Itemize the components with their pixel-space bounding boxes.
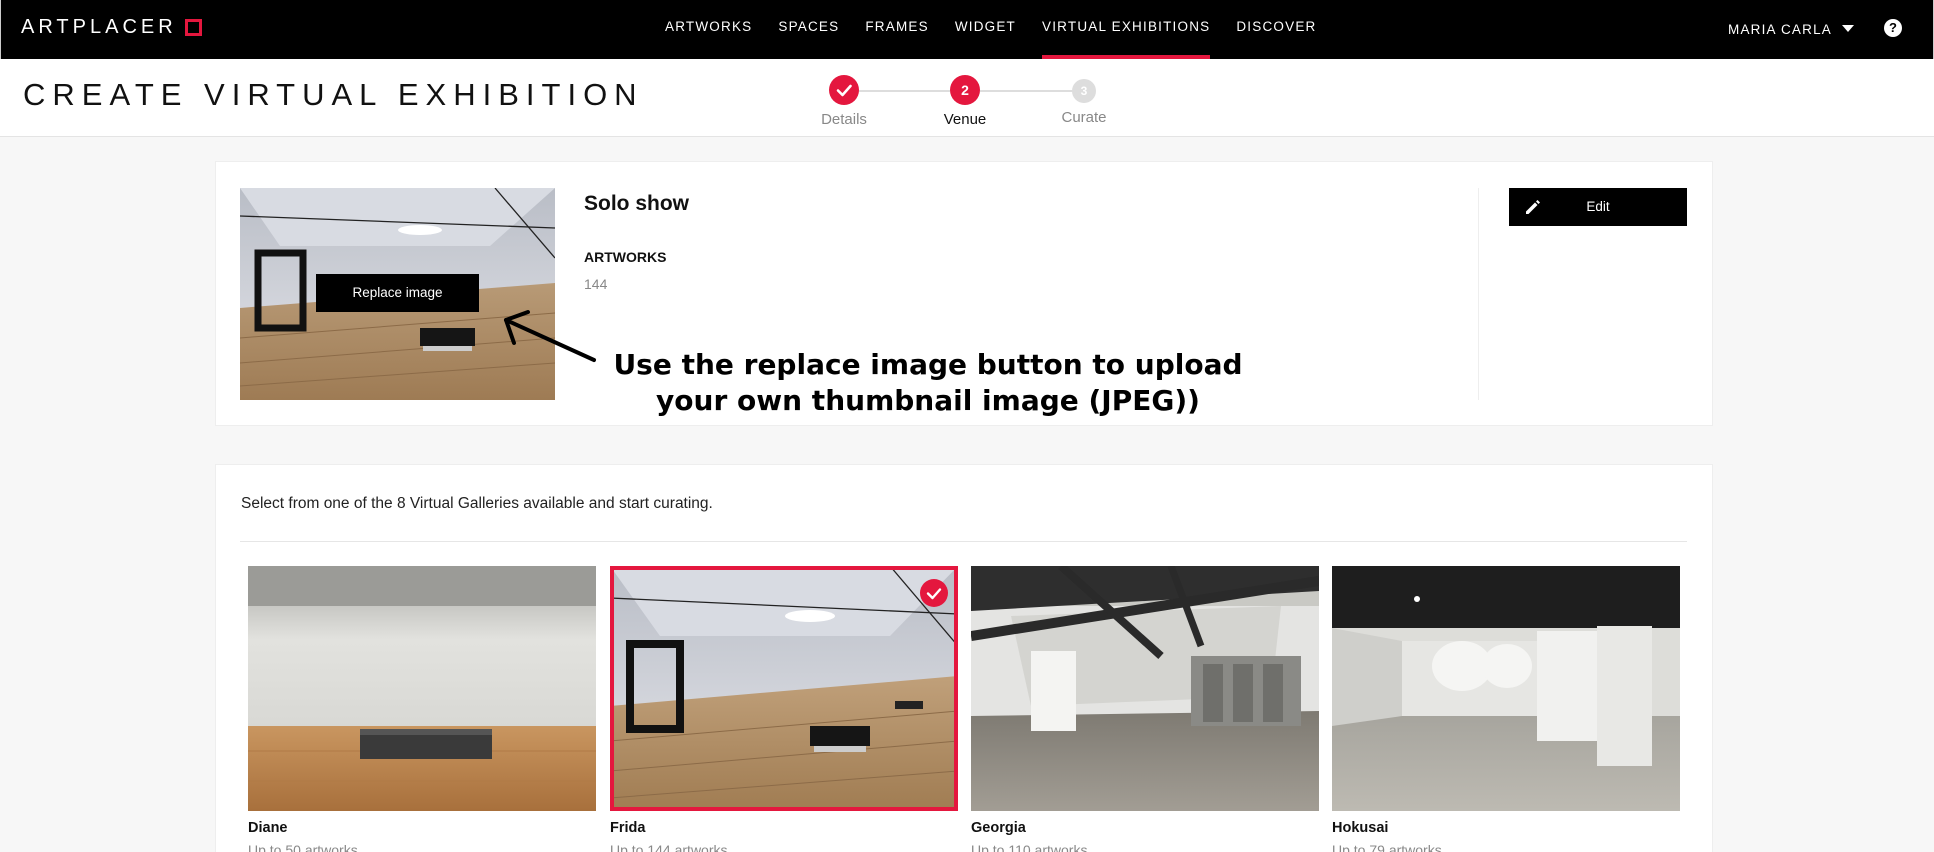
- gallery-name: Frida: [610, 820, 646, 836]
- gallery-capacity: Up to 144 artworks: [610, 842, 728, 852]
- gallery-name: Georgia: [971, 820, 1026, 836]
- step-venue-label[interactable]: Venue: [915, 111, 1015, 128]
- gallery-card-diane[interactable]: Diane Up to 50 artworks: [248, 566, 596, 852]
- step-venue-number[interactable]: 2: [950, 75, 980, 105]
- replace-image-button[interactable]: Replace image: [316, 274, 479, 312]
- gallery-intro-text: Select from one of the 8 Virtual Galleri…: [241, 495, 713, 512]
- artworks-label: ARTWORKS: [584, 249, 667, 265]
- gallery-name: Hokusai: [1332, 820, 1389, 836]
- gallery-name: Diane: [248, 820, 288, 836]
- brand-square-icon: [184, 18, 202, 36]
- user-name: MARIA CARLA: [1728, 22, 1832, 37]
- step-curate-label[interactable]: Curate: [1034, 109, 1134, 126]
- gallery-card-georgia[interactable]: Georgia Up to 110 artworks: [971, 566, 1319, 852]
- main-nav: ARTWORKS SPACES FRAMES WIDGET VIRTUAL EX…: [665, 0, 1342, 59]
- step-connector: [858, 90, 950, 92]
- instruction-annotation: Use the replace image button to upload y…: [613, 348, 1243, 417]
- gallery-image: [971, 566, 1319, 811]
- nav-item-spaces[interactable]: SPACES: [778, 0, 839, 59]
- gallery-capacity: Up to 50 artworks: [248, 842, 358, 852]
- artworks-count: 144: [584, 276, 608, 292]
- top-navigation: ARTPLACER ARTWORKS SPACES FRAMES WIDGET …: [0, 0, 1934, 59]
- question-circle-icon[interactable]: ?: [1884, 19, 1902, 37]
- gallery-image: [610, 566, 958, 811]
- stepper: Details 2 Venue 3 Curate: [0, 59, 1934, 137]
- user-menu[interactable]: MARIA CARLA: [1728, 0, 1854, 59]
- step-details-label[interactable]: Details: [794, 111, 894, 128]
- caret-down-icon: [1841, 25, 1854, 32]
- annotation-arrow-icon: [504, 310, 596, 362]
- divider: [1478, 188, 1479, 400]
- nav-item-widget[interactable]: WIDGET: [955, 0, 1016, 59]
- brand-name: ARTPLACER: [21, 15, 177, 38]
- selected-check-icon: [920, 579, 948, 607]
- edit-button-label: Edit: [1586, 199, 1610, 214]
- gallery-card-hokusai[interactable]: Hokusai Up to 79 artworks: [1332, 566, 1680, 852]
- gallery-image: [248, 566, 596, 811]
- step-details-check-icon[interactable]: [829, 75, 859, 105]
- divider: [240, 541, 1687, 542]
- exhibition-title: Solo show: [584, 192, 689, 215]
- page-header: CREATE VIRTUAL EXHIBITION Details 2 Venu…: [0, 59, 1934, 137]
- gallery-capacity: Up to 79 artworks: [1332, 842, 1442, 852]
- gallery-card-frida[interactable]: Frida Up to 144 artworks: [610, 566, 958, 852]
- brand-logo[interactable]: ARTPLACER: [21, 15, 202, 39]
- step-connector: [980, 90, 1082, 92]
- nav-item-virtual-exhibitions[interactable]: VIRTUAL EXHIBITIONS: [1042, 0, 1211, 59]
- nav-item-artworks[interactable]: ARTWORKS: [665, 0, 752, 59]
- nav-item-frames[interactable]: FRAMES: [865, 0, 928, 59]
- gallery-image: [1332, 566, 1680, 811]
- nav-item-discover[interactable]: DISCOVER: [1236, 0, 1316, 59]
- edit-button[interactable]: Edit: [1509, 188, 1687, 226]
- gallery-capacity: Up to 110 artworks: [971, 842, 1088, 852]
- step-curate-number[interactable]: 3: [1072, 79, 1096, 103]
